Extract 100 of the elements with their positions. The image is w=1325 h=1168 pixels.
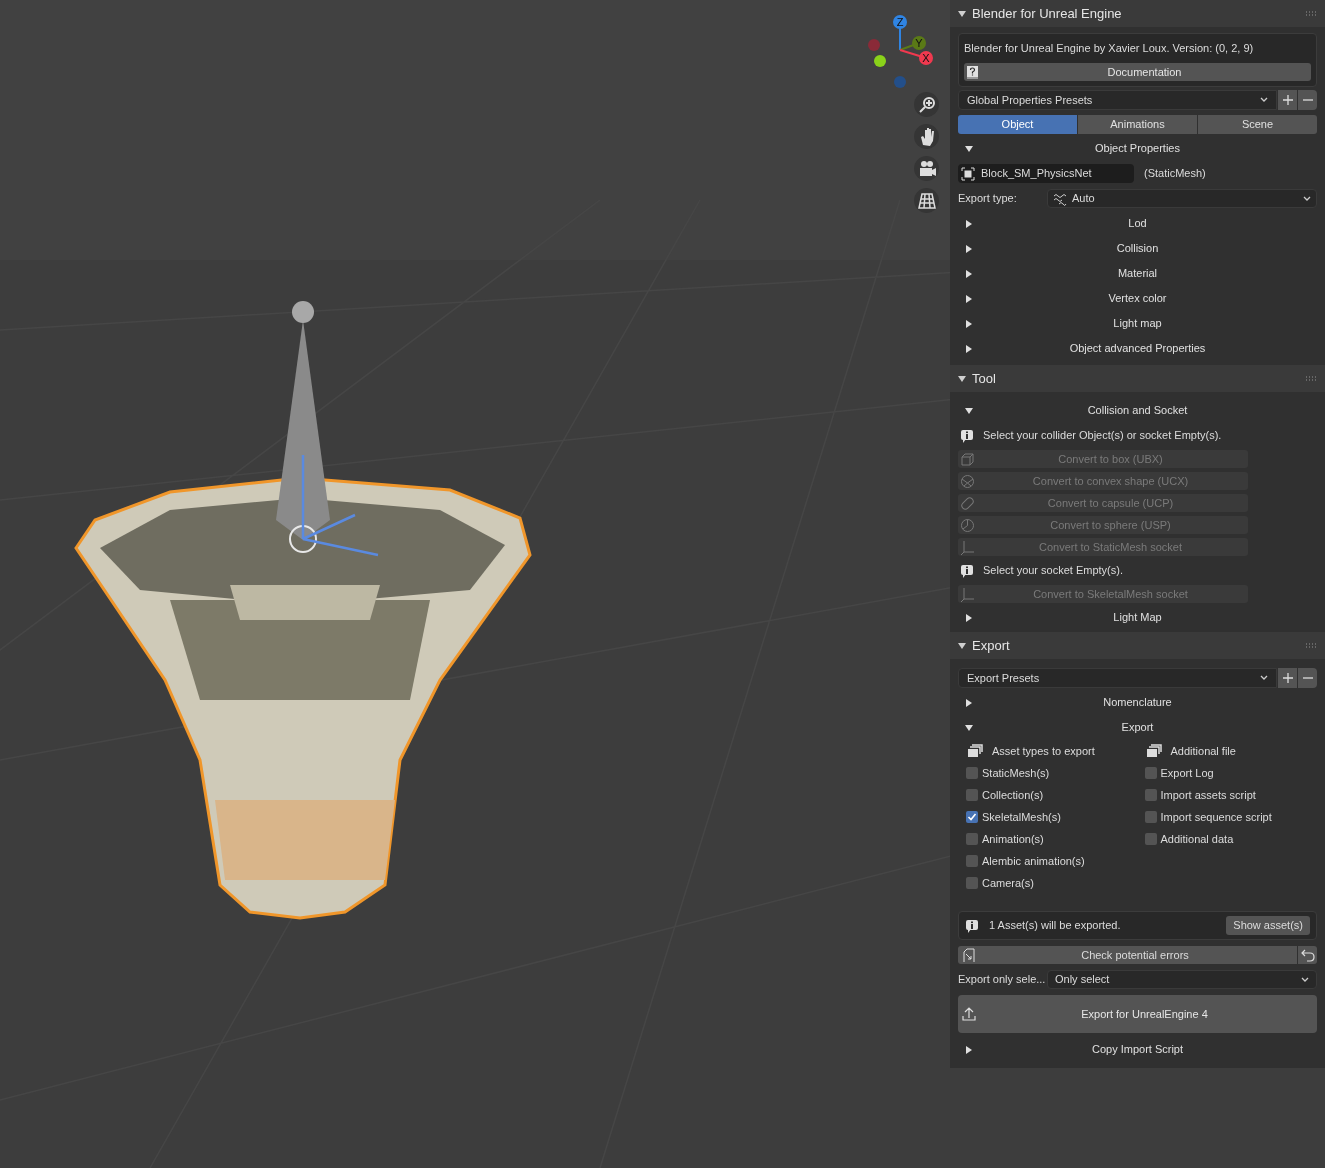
subpanel-header[interactable]: Light Map [958, 605, 1317, 630]
subpanel-header[interactable]: Object Properties [958, 136, 1317, 161]
collapsed-triangle-icon [964, 343, 974, 354]
panel-header[interactable]: Blender for Unreal Engine [950, 0, 1325, 27]
checkmark-icon [967, 812, 977, 822]
axis-dot[interactable] [874, 55, 886, 67]
checkbox[interactable] [1144, 789, 1157, 801]
stacked-boxes-icon [967, 743, 983, 759]
expanded-triangle-icon [958, 9, 966, 18]
panel-title: Blender for Unreal Engine [972, 4, 1123, 23]
checkbox[interactable] [1144, 811, 1157, 823]
subpanel-header[interactable]: Collision [958, 236, 1317, 261]
chevron-icon [1260, 675, 1268, 681]
collapsed-triangle-icon [964, 293, 974, 304]
collider-shape-icon [960, 451, 975, 467]
expanded-triangle-icon [964, 722, 974, 733]
checkbox-label: Export Log [1160, 765, 1214, 781]
checkbox-label: Animation(s) [982, 831, 1044, 847]
panel-title: Export [972, 636, 1011, 655]
documentation-button[interactable]: Documentation [964, 63, 1311, 81]
tab[interactable]: Scene [1198, 115, 1317, 134]
chevron-icon [1260, 97, 1268, 103]
help-book-icon [966, 65, 980, 79]
collider-shape-icon [960, 517, 975, 533]
subpanel-header[interactable]: Vertex color [958, 286, 1317, 311]
check-icon [960, 947, 975, 963]
export-selection-dropdown[interactable]: Only select [1047, 970, 1317, 989]
checkbox-label: SkeletalMesh(s) [982, 809, 1061, 825]
checkbox-label: Import assets script [1160, 787, 1256, 803]
subpanel-header[interactable]: Material [958, 261, 1317, 286]
upload-icon [962, 1007, 976, 1021]
axis-handle[interactable]: Z [893, 15, 907, 51]
collapsed-triangle-icon [964, 243, 974, 254]
remove-preset-button[interactable] [1298, 90, 1317, 110]
export-button[interactable]: Export for UnrealEngine 4 [958, 995, 1317, 1033]
wave-icon [1053, 191, 1067, 206]
expanded-triangle-icon [964, 143, 974, 154]
checkbox-label: Camera(s) [982, 875, 1034, 891]
checkbox[interactable] [1144, 767, 1157, 779]
stacked-boxes-icon [1145, 743, 1162, 759]
collider-shape-icon [960, 539, 975, 555]
info-icon [960, 563, 974, 578]
collapsed-triangle-icon [964, 1044, 974, 1055]
checkbox[interactable] [966, 833, 978, 845]
grip-icon[interactable] [1305, 642, 1317, 649]
subpanel-header[interactable]: Object advanced Properties [958, 336, 1317, 361]
show-assets-button[interactable]: Show asset(s) [1226, 916, 1310, 935]
checkbox[interactable] [966, 789, 978, 801]
tab[interactable]: Animations [1078, 115, 1197, 134]
checkbox[interactable] [966, 855, 978, 867]
object-type-label: (StaticMesh) [1144, 166, 1206, 182]
axis-handle[interactable]: X [899, 49, 933, 65]
checkbox-label: Additional data [1160, 831, 1234, 847]
axis-handle[interactable]: Y [899, 36, 926, 51]
checkbox-label: StaticMesh(s) [982, 765, 1050, 781]
subpanel-header[interactable]: Copy Import Script [958, 1037, 1317, 1062]
grip-icon[interactable] [1305, 10, 1317, 17]
column-title: Asset types to export [992, 743, 1095, 759]
collider-shape-icon [960, 586, 975, 602]
collider-shape-icon [960, 473, 975, 489]
axis-dot[interactable] [894, 76, 906, 88]
collider-shape-icon [960, 495, 975, 511]
panel-header[interactable]: Tool [950, 365, 1325, 392]
checkbox[interactable] [966, 811, 978, 823]
undo-button[interactable] [1298, 946, 1317, 964]
object-name-field[interactable]: Block_SM_PhysicsNet [958, 164, 1134, 183]
info-text: 1 Asset(s) will be exported. [989, 918, 1122, 934]
grip-icon[interactable] [1305, 375, 1317, 382]
checkbox-label: Import sequence script [1160, 809, 1272, 825]
plus-icon [1282, 95, 1293, 105]
subpanel-header[interactable]: Light map [958, 311, 1317, 336]
collapsed-triangle-icon [964, 697, 974, 708]
column-title: Additional file [1170, 743, 1236, 759]
preset-dropdown[interactable]: Export Presets [958, 668, 1277, 688]
tab[interactable]: Object [958, 115, 1077, 134]
panel-header[interactable]: Export [950, 632, 1325, 659]
export-type-dropdown[interactable]: Auto [1047, 189, 1317, 208]
checkbox-label: Alembic animation(s) [982, 853, 1085, 869]
add-preset-button[interactable] [1278, 90, 1297, 110]
subpanel-header[interactable]: Collision and Socket [958, 398, 1317, 423]
check-errors-button[interactable]: Check potential errors [958, 946, 1297, 964]
preset-dropdown[interactable]: Global Properties Presets [958, 90, 1277, 110]
axis-dot[interactable] [868, 39, 880, 51]
subpanel-header[interactable]: Nomenclature [958, 690, 1317, 715]
collapsed-triangle-icon [964, 268, 974, 279]
checkbox[interactable] [1144, 833, 1157, 845]
subpanel-header[interactable]: Export [958, 715, 1317, 740]
subpanel-header[interactable]: Lod [958, 211, 1317, 236]
checkbox[interactable] [966, 767, 978, 779]
plus-icon [1282, 673, 1293, 683]
info-text: Select your collider Object(s) or socket Empty(s). [983, 428, 1222, 444]
remove-preset-button[interactable] [1298, 668, 1317, 688]
chevron-icon [1301, 976, 1309, 983]
info-icon [960, 428, 974, 443]
add-preset-button[interactable] [1278, 668, 1297, 688]
undo-icon [1300, 948, 1315, 962]
info-text: Blender for Unreal Engine by Xavier Loux. Version: (0, 2, 9) [964, 40, 1255, 56]
expanded-triangle-icon [964, 405, 974, 416]
mesh-object-icon [961, 166, 975, 181]
checkbox[interactable] [966, 877, 978, 889]
